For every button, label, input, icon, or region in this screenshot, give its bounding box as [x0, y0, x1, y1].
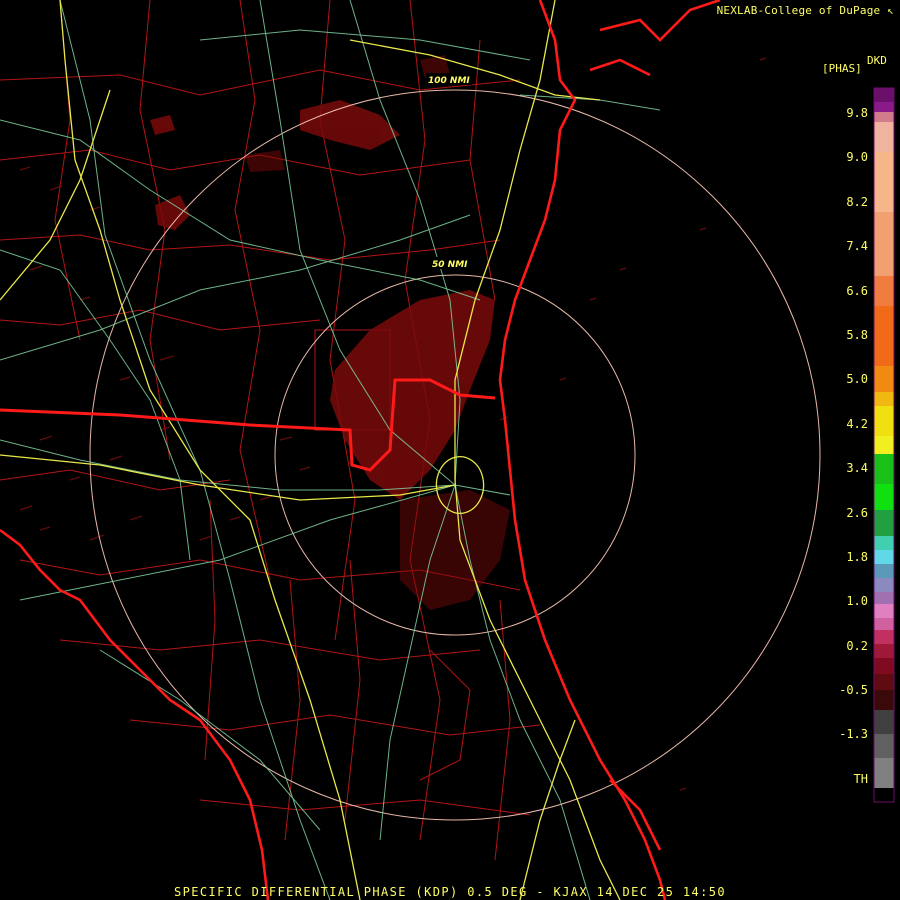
legend-label: 5.8	[846, 328, 868, 342]
credit-text[interactable]: NEXLAB-College of DuPage ↖	[717, 4, 894, 17]
cursor-icon: ↖	[887, 4, 894, 17]
credit-label: NEXLAB-College of DuPage	[716, 4, 881, 17]
legend-label: -1.3	[839, 727, 868, 741]
legend-label: 9.8	[846, 106, 868, 120]
legend-title: [PHAS]	[822, 62, 862, 75]
legend-label: 6.6	[846, 284, 868, 298]
legend-label: 1.8	[846, 550, 868, 564]
legend-label: 2.6	[846, 506, 868, 520]
legend-label: 7.4	[846, 239, 868, 253]
radar-map[interactable]: 100 NMI 50 NMI	[0, 0, 900, 900]
legend-units: DKD	[867, 54, 887, 67]
legend-label: 1.0	[846, 594, 868, 608]
legend-label: 8.2	[846, 195, 868, 209]
product-footer: SPECIFIC DIFFERENTIAL PHASE (KDP) 0.5 DE…	[174, 885, 726, 899]
legend-label: 0.2	[846, 639, 868, 653]
legend-label: TH	[853, 772, 868, 786]
ring-label-100: 100 NMI	[428, 76, 470, 86]
legend-label: -0.5	[839, 683, 868, 697]
legend-colorbar	[873, 87, 895, 803]
ring-label-50: 50 NMI	[432, 260, 468, 270]
legend-label: 9.0	[846, 150, 868, 164]
legend-label: 3.4	[846, 461, 868, 475]
legend-label: 4.2	[846, 417, 868, 431]
legend-label: 5.0	[846, 372, 868, 386]
